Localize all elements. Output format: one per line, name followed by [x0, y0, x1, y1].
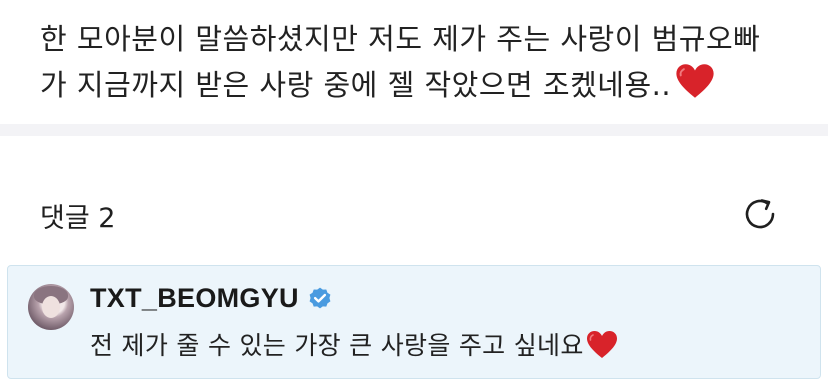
comment-author-name[interactable]: TXT_BEOMGYU — [90, 283, 299, 314]
post-body: 한 모아분이 말씀하셨지만 저도 제가 주는 사랑이 범규오빠 가 지금까지 받… — [40, 16, 800, 112]
post-line-1: 한 모아분이 말씀하셨지만 저도 제가 주는 사랑이 범규오빠 — [40, 22, 761, 56]
red-heart-icon — [586, 330, 618, 365]
comment-item[interactable]: TXT_BEOMGYU 전 제가 줄 수 있는 가장 큰 사랑을 주고 싶네요 — [7, 265, 821, 379]
avatar[interactable] — [28, 284, 74, 330]
comment-author-row: TXT_BEOMGYU — [90, 283, 333, 314]
comments-count-label: 댓글 2 — [40, 203, 116, 234]
post-line-2-text: 가 지금까지 받은 사랑 중에 젤 작았으면 조켔네용.. — [40, 68, 672, 102]
comments-header: 댓글 2 — [0, 190, 828, 240]
comment-text-content: 전 제가 줄 수 있는 가장 큰 사랑을 주고 싶네요 — [90, 331, 584, 360]
verified-badge-icon — [307, 286, 333, 312]
refresh-icon — [740, 194, 780, 234]
section-divider — [0, 124, 828, 136]
comment-text: 전 제가 줄 수 있는 가장 큰 사랑을 주고 싶네요 — [90, 326, 618, 365]
red-heart-icon — [675, 63, 715, 112]
post-line-2: 가 지금까지 받은 사랑 중에 젤 작았으면 조켔네용.. — [40, 62, 800, 112]
refresh-button[interactable] — [738, 192, 782, 236]
